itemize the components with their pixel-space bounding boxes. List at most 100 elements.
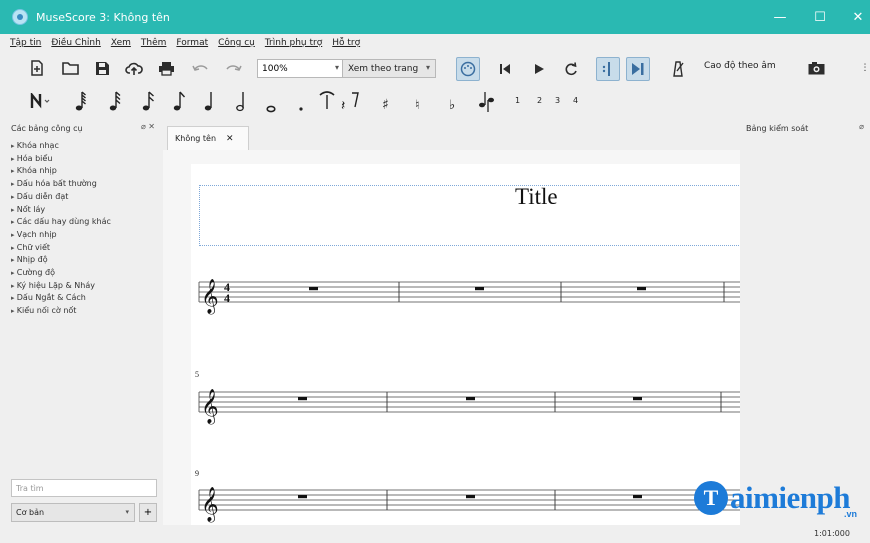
score-canvas[interactable]: Title 𝄞 4 4 𝄞 𝄞 5 9 (163, 150, 740, 525)
palette-list: Khóa nhạc Hóa biểu Khóa nhịp Dấu hóa bất… (11, 140, 111, 318)
document-tab[interactable]: Không tên ✕ (167, 126, 249, 150)
close-tab-icon[interactable]: ✕ (226, 134, 234, 144)
cloud-upload-icon (125, 62, 143, 75)
menu-file[interactable]: Tập tin (10, 38, 41, 48)
save-icon (95, 61, 109, 75)
window-title: MuseScore 3: Không tên (36, 10, 170, 24)
voice-2-button[interactable]: 2 (537, 96, 542, 105)
palette-item[interactable]: Vạch nhịp (11, 229, 111, 242)
palette-item[interactable]: Ký hiệu Lặp & Nháy (11, 280, 111, 293)
inspector-panel: Bảng kiểm soát ⌀ (740, 118, 870, 525)
note-quarter-icon[interactable] (204, 92, 212, 111)
flat-icon[interactable]: ♭ (449, 98, 455, 113)
workspace-select[interactable]: Cơ bản ▾ (11, 503, 135, 522)
palette-item[interactable]: Nhịp độ (11, 254, 111, 267)
zoom-combobox[interactable]: 100% ▾ (257, 59, 343, 78)
concert-pitch-button[interactable]: Cao độ theo âm (704, 61, 776, 71)
musescore-logo-icon (12, 9, 28, 25)
toolbar-overflow-icon[interactable]: ⋮ (861, 61, 870, 75)
menu-help[interactable]: Hỗ trợ (332, 38, 360, 48)
maximize-button[interactable]: ☐ (800, 0, 840, 34)
panel-float-icon[interactable]: ⌀ (859, 122, 864, 131)
note-16th-icon[interactable] (142, 91, 154, 111)
play-button[interactable] (530, 59, 548, 79)
close-button[interactable]: ✕ (838, 0, 870, 34)
folder-icon (61, 62, 79, 75)
palette-item[interactable]: Dấu diễn đạt (11, 191, 111, 204)
loop-button[interactable] (561, 59, 581, 79)
print-icon (158, 61, 174, 76)
menu-format[interactable]: Format (176, 38, 208, 48)
pan-score-button[interactable] (626, 57, 650, 81)
note-64th-icon[interactable] (75, 91, 86, 111)
augmentation-dot-icon[interactable] (299, 107, 303, 111)
rewind-button[interactable] (496, 59, 514, 79)
staff-system-1[interactable]: 𝄞 4 4 (198, 279, 740, 315)
redo-button[interactable] (224, 60, 244, 76)
whole-rest-icon (466, 495, 475, 499)
midi-icon (460, 61, 476, 77)
view-mode-select[interactable]: Xem theo trang ▾ (342, 59, 436, 78)
rest-icon[interactable]: 𝄽 (341, 92, 359, 114)
palette-search-input[interactable]: Tra tìm (11, 479, 157, 497)
print-button[interactable] (156, 59, 176, 77)
chevron-down-icon: ▾ (334, 63, 339, 72)
menu-tools[interactable]: Công cụ (218, 38, 255, 48)
panel-float-close-icon[interactable]: ⌀ ✕ (141, 122, 155, 131)
natural-icon[interactable]: ♮ (415, 98, 420, 113)
midi-input-button[interactable] (456, 57, 480, 81)
measure-number: 9 (195, 469, 199, 478)
note-32nd-icon[interactable] (109, 91, 121, 111)
palette-item[interactable]: Nốt láy (11, 204, 111, 217)
chevron-down-icon: ▾ (125, 508, 129, 516)
upload-button[interactable] (124, 59, 144, 77)
minimize-button[interactable]: — (760, 0, 800, 34)
new-score-button[interactable] (28, 59, 46, 77)
note-half-icon[interactable] (236, 92, 244, 112)
palette-item[interactable]: Cường độ (11, 267, 111, 280)
whole-rest-icon (298, 397, 307, 401)
menu-add[interactable]: Thêm (141, 38, 167, 48)
voice-1-button[interactable]: 1 (515, 96, 520, 105)
palette-item[interactable]: Dấu Ngắt & Cách (11, 292, 111, 305)
note-8th-icon[interactable] (173, 91, 186, 111)
flip-direction-icon[interactable] (479, 92, 494, 112)
treble-clef-icon: 𝄞 (201, 487, 219, 523)
rewind-icon (500, 64, 510, 74)
playback-toolbar (456, 57, 664, 81)
staff-system-3[interactable]: 𝄞 (198, 487, 740, 523)
palette-item[interactable]: Hóa biểu (11, 153, 111, 166)
metronome-button[interactable] (668, 58, 688, 80)
open-button[interactable] (60, 59, 80, 77)
undo-button[interactable] (190, 60, 210, 76)
save-button[interactable] (93, 59, 111, 77)
add-workspace-button[interactable]: + (139, 503, 157, 522)
palette-item[interactable]: Khóa nhịp (11, 165, 111, 178)
voice-4-button[interactable]: 4 (573, 96, 578, 105)
note-whole-icon[interactable] (266, 105, 276, 113)
play-icon (534, 64, 544, 74)
image-capture-button[interactable] (806, 59, 826, 77)
redo-icon (226, 64, 242, 71)
tie-icon[interactable] (319, 91, 335, 109)
palette-item[interactable]: Các dấu hay dùng khác (11, 216, 111, 229)
menu-view[interactable]: Xem (111, 38, 131, 48)
title-bar[interactable]: MuseScore 3: Không tên — ☐ ✕ (0, 0, 870, 34)
play-repeats-button[interactable] (596, 57, 620, 81)
palette-item[interactable]: Kiểu nối cờ nốt (11, 305, 111, 318)
menu-plugins[interactable]: Trình phụ trợ (265, 38, 322, 48)
palette-item[interactable]: Chữ viết (11, 242, 111, 255)
sharp-icon[interactable]: ♯ (382, 97, 389, 113)
menu-edit[interactable]: Điều Chỉnh (51, 38, 100, 48)
voice-3-button[interactable]: 3 (555, 96, 560, 105)
loop-icon (565, 62, 577, 76)
document-tab-label: Không tên (175, 134, 217, 143)
palette-item[interactable]: Khóa nhạc (11, 140, 111, 153)
search-placeholder: Tra tìm (16, 483, 44, 493)
palette-item[interactable]: Dấu hóa bất thường (11, 178, 111, 191)
whole-rest-icon (633, 495, 642, 499)
svg-text:𝄽: 𝄽 (341, 98, 345, 114)
staff-system-2[interactable]: 𝄞 (198, 389, 740, 425)
staff-systems: 𝄞 4 4 𝄞 𝄞 (198, 279, 740, 523)
treble-clef-icon: 𝄞 (201, 389, 219, 425)
